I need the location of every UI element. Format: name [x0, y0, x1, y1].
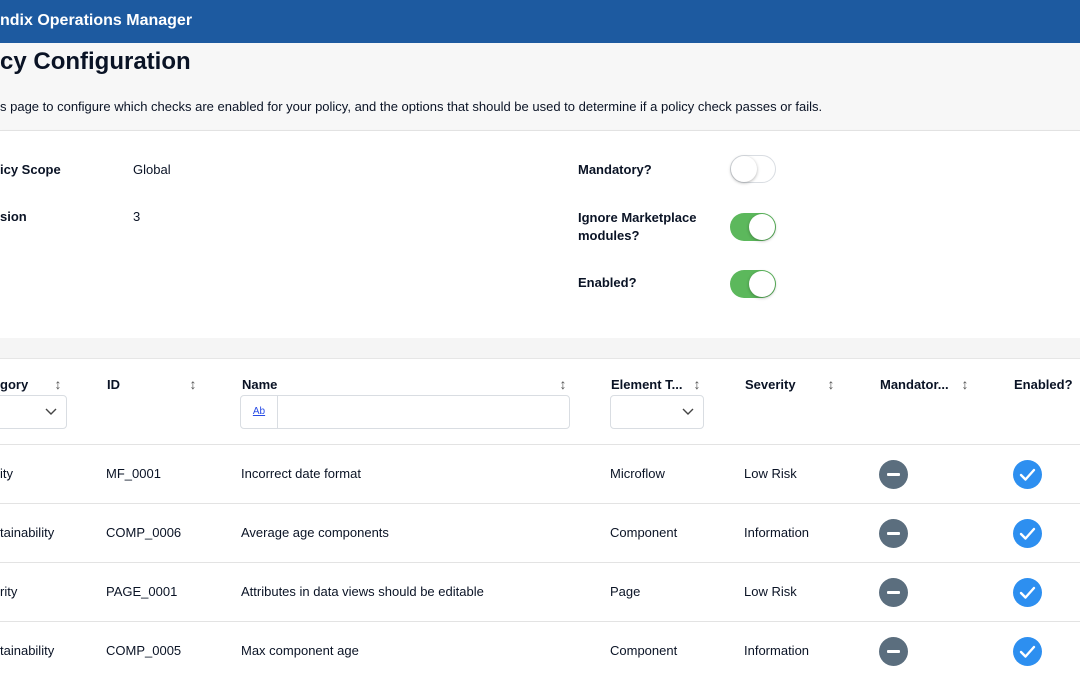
policy-checks-table: gory ↕ ID ↕ Name ↕ Ab Element T... ↕ Sev… [0, 358, 1080, 675]
cell-element-type: Component [610, 525, 678, 540]
mandatory-label: Mandatory? [578, 162, 652, 177]
cell-id: COMP_0005 [106, 643, 182, 658]
chevron-down-icon [682, 408, 694, 415]
minus-icon[interactable] [879, 460, 908, 489]
filter-type-button[interactable]: Ab [241, 396, 278, 428]
minus-icon[interactable] [879, 637, 908, 666]
cell-severity: Low Risk [744, 584, 797, 599]
table-row[interactable]: tainability COMP_0005 Max component age … [0, 621, 1080, 680]
cell-id: COMP_0006 [106, 525, 182, 540]
element-type-filter-dropdown[interactable] [610, 395, 704, 429]
minus-icon[interactable] [879, 519, 908, 548]
mandatory-toggle[interactable] [730, 155, 776, 183]
cell-id: PAGE_0001 [106, 584, 178, 599]
ignore-marketplace-label-line2: modules? [578, 228, 640, 243]
sort-icon[interactable]: ↕ [558, 376, 568, 392]
name-filter: Ab [240, 395, 570, 429]
check-icon[interactable] [1013, 460, 1042, 489]
column-header-id[interactable]: ID [107, 377, 120, 392]
sort-icon[interactable]: ↕ [826, 376, 836, 392]
page-header: cy Configuration s page to configure whi… [0, 43, 1080, 131]
cell-name: Average age components [241, 525, 389, 540]
sort-icon[interactable]: ↕ [692, 376, 702, 392]
version-label: sion [0, 209, 27, 224]
enabled-label: Enabled? [578, 275, 637, 290]
cell-element-type: Page [610, 584, 641, 599]
sort-icon[interactable]: ↕ [188, 376, 198, 392]
cell-category: ity [0, 466, 13, 481]
cell-id: MF_0001 [106, 466, 161, 481]
cell-severity: Information [744, 643, 810, 658]
app-header: ndix Operations Manager [0, 0, 1080, 43]
ignore-marketplace-label-line1: Ignore Marketplace [578, 210, 697, 225]
cell-severity: Information [744, 525, 810, 540]
version-value: 3 [133, 209, 141, 224]
column-header-name[interactable]: Name [242, 377, 277, 392]
table-row[interactable]: rity PAGE_0001 Attributes in data views … [0, 562, 1080, 621]
cell-category: rity [0, 584, 18, 599]
category-filter-dropdown[interactable] [0, 395, 67, 429]
name-filter-input[interactable] [279, 396, 569, 428]
cell-name: Max component age [241, 643, 359, 658]
page-description: s page to configure which checks are ena… [0, 99, 823, 114]
column-header-category[interactable]: gory [0, 377, 28, 392]
table-row[interactable]: ity MF_0001 Incorrect date format Microf… [0, 444, 1080, 503]
cell-element-type: Microflow [610, 466, 665, 481]
sort-icon[interactable]: ↕ [960, 376, 970, 392]
enabled-toggle[interactable] [730, 270, 776, 298]
cell-category: tainability [0, 525, 55, 540]
toggle-knob [749, 271, 775, 297]
app-title: ndix Operations Manager [0, 12, 193, 29]
cell-name: Incorrect date format [241, 466, 361, 481]
toggle-knob [731, 156, 757, 182]
column-header-element-type[interactable]: Element T... [611, 377, 683, 392]
cell-name: Attributes in data views should be edita… [241, 584, 484, 599]
column-header-enabled[interactable]: Enabled? [1014, 377, 1073, 392]
ignore-marketplace-toggle[interactable] [730, 213, 776, 241]
minus-icon[interactable] [879, 578, 908, 607]
cell-category: tainability [0, 643, 55, 658]
table-row[interactable]: tainability COMP_0006 Average age compon… [0, 503, 1080, 562]
toggle-knob [749, 214, 775, 240]
page-title: cy Configuration [0, 48, 191, 75]
check-icon[interactable] [1013, 519, 1042, 548]
policy-settings-panel: icy Scope Global sion 3 Mandatory? Ignor… [0, 131, 1080, 338]
cell-severity: Low Risk [744, 466, 797, 481]
chevron-down-icon [45, 408, 57, 415]
check-icon[interactable] [1013, 578, 1042, 607]
column-header-severity[interactable]: Severity [745, 377, 796, 392]
policy-scope-label: icy Scope [0, 162, 61, 177]
cell-element-type: Component [610, 643, 678, 658]
policy-scope-value: Global [133, 162, 171, 177]
check-icon[interactable] [1013, 637, 1042, 666]
column-header-mandatory[interactable]: Mandator... [880, 377, 949, 392]
sort-icon[interactable]: ↕ [53, 376, 63, 392]
section-divider [0, 338, 1080, 358]
